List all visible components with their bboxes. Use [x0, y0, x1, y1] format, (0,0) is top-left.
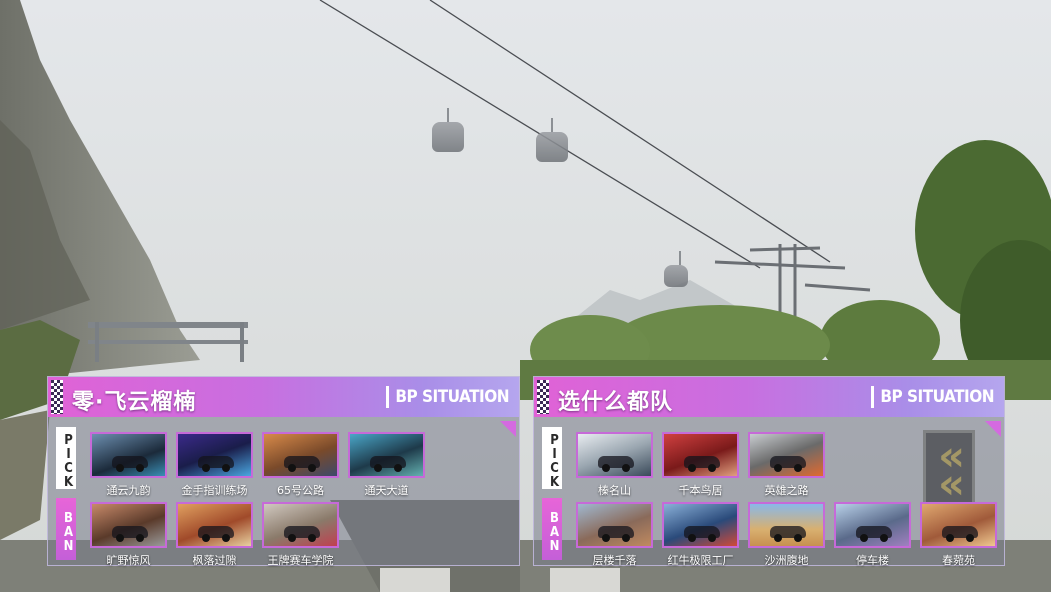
pick-tag: PICK [542, 427, 562, 489]
pick-row: 榛名山 千本鸟居 英雄之路 [576, 432, 825, 498]
panel-header: 选什么都队 BP SITUATION [534, 377, 1004, 417]
map-card[interactable]: 旷野惊风 [90, 502, 167, 568]
map-thumbnail [834, 502, 911, 548]
map-card[interactable]: 层楼千落 [576, 502, 653, 568]
map-name: 枫落过隙 [192, 554, 237, 567]
map-name: 英雄之路 [764, 484, 809, 497]
map-thumbnail [262, 432, 339, 478]
map-name: 通天大道 [364, 484, 409, 497]
map-card[interactable]: 通天大道 [348, 432, 425, 498]
panel-header: 零·飞云榴楠 BP SITUATION [48, 377, 519, 417]
map-thumbnail [748, 502, 825, 548]
map-card[interactable]: 金手指训练场 [176, 432, 253, 498]
map-name: 金手指训练场 [181, 484, 248, 497]
map-card[interactable]: 千本鸟居 [662, 432, 739, 498]
map-name: 停车楼 [856, 554, 889, 567]
bp-situation-label: BP SITUATION [386, 386, 509, 408]
team-name: 零·飞云榴楠 [72, 390, 197, 415]
pick-tag: PICK [56, 427, 76, 489]
checker-flag-icon [51, 380, 63, 414]
map-thumbnail [176, 432, 253, 478]
map-card[interactable]: 枫落过隙 [176, 502, 253, 568]
map-name: 王牌赛车学院 [267, 554, 334, 567]
map-name: 通云九韵 [106, 484, 151, 497]
map-name: 千本鸟居 [678, 484, 723, 497]
ban-tag: BAN [542, 498, 562, 560]
pick-row: 通云九韵 金手指训练场 65号公路 通天大道 [90, 432, 425, 498]
team-panel-left: 零·飞云榴楠 BP SITUATION PICK BAN 通云九韵 金手指训练场… [47, 376, 520, 568]
map-card[interactable]: 沙洲腹地 [748, 502, 825, 568]
checker-flag-icon [537, 380, 549, 414]
map-name: 春菀苑 [942, 554, 975, 567]
map-card[interactable]: 春菀苑 [920, 502, 997, 568]
map-card[interactable]: 红牛极限工厂 [662, 502, 739, 568]
map-name: 旷野惊风 [106, 554, 151, 567]
ban-row: 层楼千落 红牛极限工厂 沙洲腹地 停车楼 春菀苑 [576, 502, 997, 568]
map-name: 层楼千落 [592, 554, 637, 567]
map-card[interactable]: 榛名山 [576, 432, 653, 498]
map-thumbnail [576, 432, 653, 478]
map-thumbnail [348, 432, 425, 478]
cable-car-1 [432, 108, 464, 152]
map-name: 沙洲腹地 [764, 554, 809, 567]
map-thumbnail [662, 502, 739, 548]
map-thumbnail [176, 502, 253, 548]
map-thumbnail [90, 502, 167, 548]
corner-triangle-icon [985, 421, 1001, 437]
map-name: 红牛极限工厂 [667, 554, 734, 567]
map-thumbnail [662, 432, 739, 478]
cable-car-2 [536, 118, 568, 162]
map-thumbnail [90, 432, 167, 478]
bp-situation-label: BP SITUATION [871, 386, 994, 408]
map-card[interactable]: 王牌赛车学院 [262, 502, 339, 568]
map-name: 65号公路 [277, 484, 324, 497]
map-thumbnail [262, 502, 339, 548]
ban-tag: BAN [56, 498, 76, 560]
cable-car-3 [664, 251, 688, 287]
map-card[interactable]: 65号公路 [262, 432, 339, 498]
team-name: 选什么都队 [558, 390, 674, 415]
team-panel-right: 选什么都队 BP SITUATION PICK BAN 榛名山 千本鸟居 英雄之… [533, 376, 1005, 568]
map-card[interactable]: 通云九韵 [90, 432, 167, 498]
map-card[interactable]: 停车楼 [834, 502, 911, 568]
corner-triangle-icon [500, 421, 516, 437]
ban-row: 旷野惊风 枫落过隙 王牌赛车学院 [90, 502, 339, 568]
map-thumbnail [920, 502, 997, 548]
map-thumbnail [748, 432, 825, 478]
map-thumbnail [576, 502, 653, 548]
map-name: 榛名山 [598, 484, 631, 497]
map-card[interactable]: 英雄之路 [748, 432, 825, 498]
